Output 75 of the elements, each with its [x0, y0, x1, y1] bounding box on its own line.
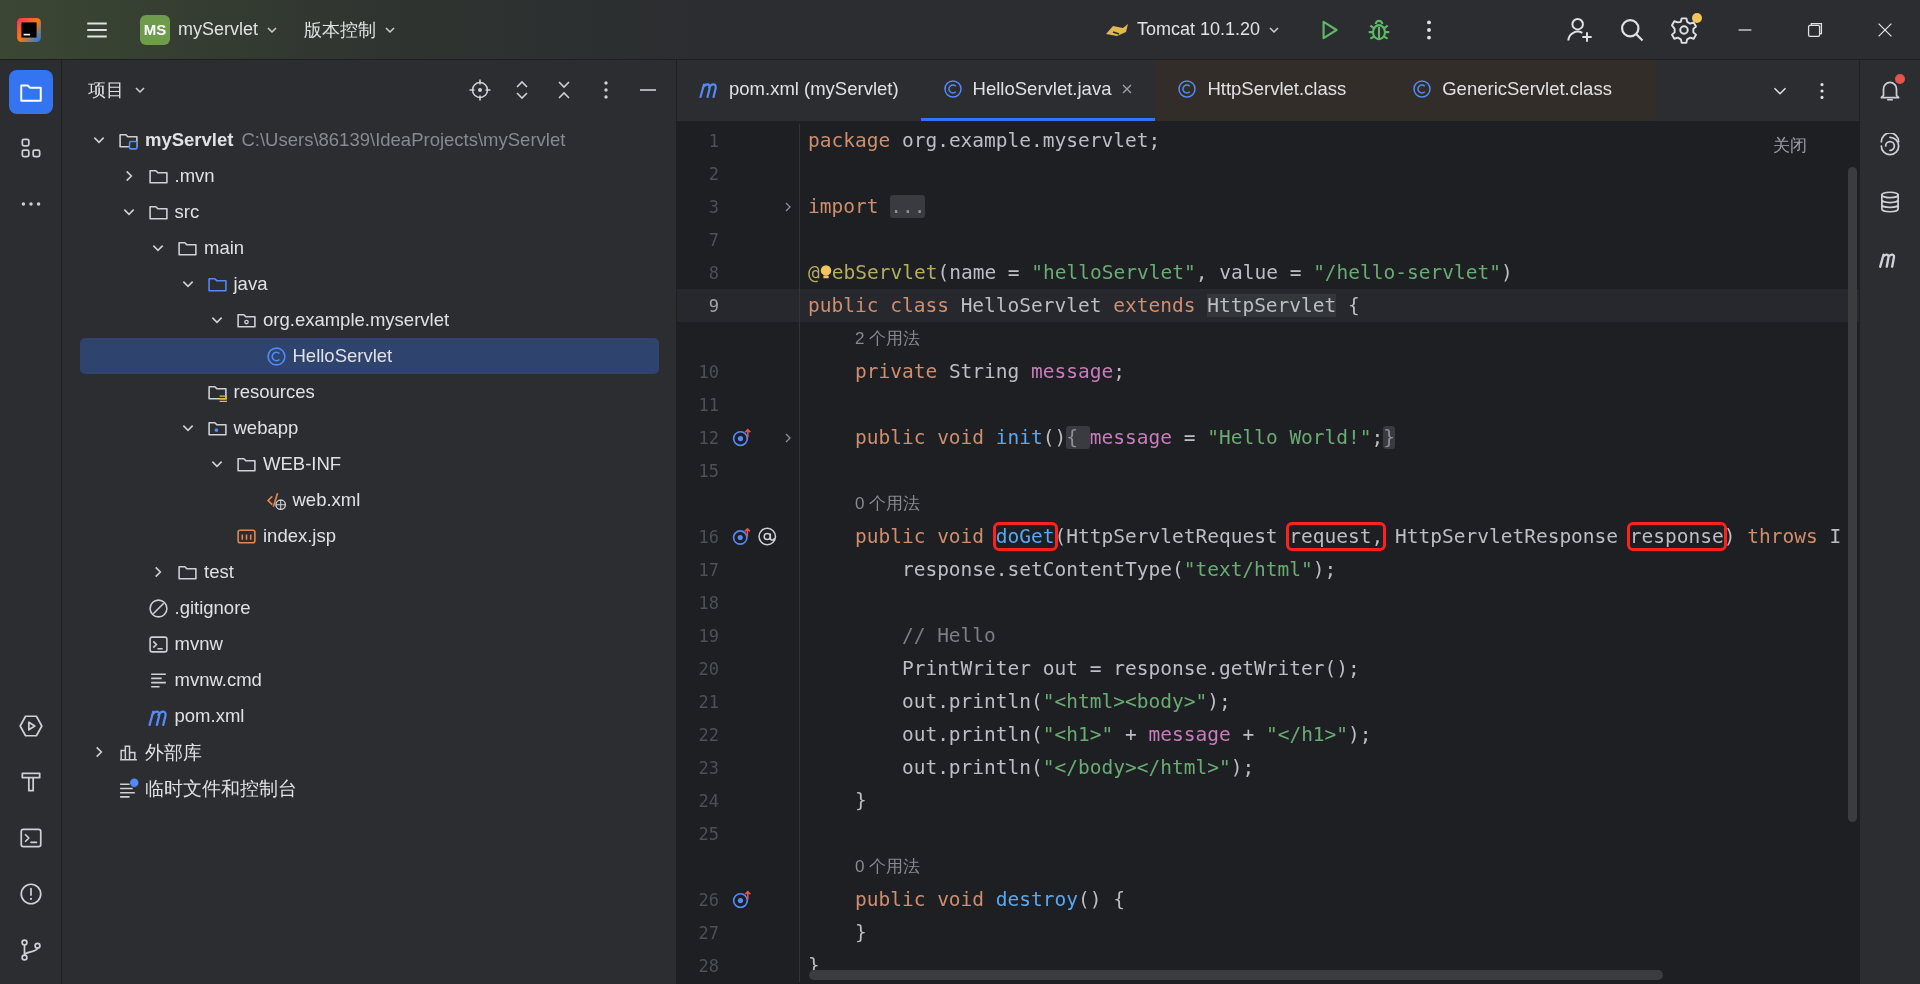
project-switcher[interactable]: MS myServlet [132, 8, 286, 51]
editor-tab[interactable]: GenericServlet.class [1390, 60, 1656, 121]
tree-item[interactable]: mvnw.cmd [80, 662, 659, 698]
tree-item[interactable]: WEB-INF [80, 446, 659, 482]
usage-hint: 0 个用法 [854, 856, 921, 878]
override-icon[interactable] [731, 889, 752, 910]
scroll-bar[interactable] [1848, 167, 1857, 822]
code-line: import ... [807, 195, 926, 218]
project-name: myServlet [178, 19, 258, 40]
tree-item[interactable]: main [80, 230, 659, 266]
override-icon[interactable] [731, 427, 752, 448]
app-logo[interactable] [16, 16, 42, 43]
code-line: } [853, 921, 867, 944]
tree-item[interactable]: resources [80, 374, 659, 410]
run-config-label: Tomcat 10.1.20 [1136, 19, 1260, 40]
code-line: out.println("<html><body>"); [900, 690, 1231, 713]
code-line: out.println("<h1>" + message + "</h1>"); [900, 723, 1372, 746]
code-line: response.setContentType("text/html"); [900, 558, 1337, 581]
highlight-box: doGet [995, 525, 1055, 548]
code-line: public void destroy() { [853, 888, 1125, 911]
highlight-box: request, [1289, 525, 1384, 548]
code-line: } [853, 789, 867, 812]
panel-title[interactable]: 项目 [82, 77, 152, 103]
tree-item[interactable]: mvnw [80, 626, 659, 662]
ignore-file-icon [147, 597, 169, 619]
tree-item[interactable]: test [80, 554, 659, 590]
class-icon [1177, 79, 1198, 99]
tree-item[interactable]: 临时文件和控制台 [80, 770, 659, 806]
code-line: PrintWriter out = response.getWriter(); [900, 657, 1360, 680]
highlight-box: response [1629, 525, 1724, 548]
usage-hint: 2 个用法 [854, 328, 921, 350]
close-icon[interactable] [1121, 83, 1134, 95]
code-line: package org.example.myservlet; [807, 129, 1161, 152]
at-sign-icon[interactable] [756, 526, 777, 547]
code-line: public void doGet(HttpServletRequest request, HttpServletResponse response) throws I [800, 525, 1842, 548]
vcs-label: 版本控制 [304, 18, 376, 42]
line-number: 9 [708, 295, 719, 316]
scroll-bar[interactable] [809, 970, 1663, 980]
code-line: public class HelloServlet extends HttpServlet { [807, 294, 1360, 317]
project-path: C:\Users\86139\IdeaProjects\myServlet [241, 129, 566, 151]
scratch-icon [118, 777, 139, 799]
caret-icon [134, 84, 146, 96]
override-icon[interactable] [731, 526, 752, 547]
vcs-menu[interactable]: 版本控制 [296, 11, 404, 48]
tree-item[interactable]: .gitignore [80, 590, 659, 626]
tree-item[interactable]: myServlet C:\Users\86139\IdeaProjects\myServlet [80, 122, 659, 158]
project-badge: MS [140, 14, 170, 45]
settings-icon[interactable] [1670, 15, 1698, 44]
run-configuration[interactable]: Tomcat 10.1.20 [1094, 13, 1290, 46]
class-icon [265, 345, 287, 367]
folder-icon[interactable] [8, 70, 53, 114]
code-line: @ ebServlet(name = "helloServlet", value = "/hello-servlet") [807, 261, 1513, 284]
editor-tab[interactable]: HttpServlet.class [1155, 60, 1391, 121]
tree-item[interactable]: src [80, 194, 659, 230]
class-icon [942, 79, 963, 99]
tree-item[interactable]: java [80, 266, 659, 302]
code-line: private String message; [853, 360, 1125, 383]
tree-item[interactable]: .mvn [80, 158, 659, 194]
editor-tab[interactable]: pom.xml (myServlet) [677, 60, 921, 121]
add-user-icon[interactable] [1566, 15, 1594, 44]
close-hint[interactable]: 关闭 [1773, 134, 1807, 157]
tree-item[interactable]: HelloServlet [80, 338, 659, 374]
tree-item[interactable]: pom.xml [80, 698, 659, 734]
usage-hint: 0 个用法 [854, 493, 921, 515]
tree-item[interactable]: 外部库 [80, 734, 659, 770]
tree-item[interactable]: webapp [80, 410, 659, 446]
code-line: // Hello [900, 624, 996, 647]
tree-item[interactable]: org.example.myservlet [80, 302, 659, 338]
code-line: out.println("</body></html>"); [900, 756, 1255, 779]
tree-item[interactable]: index.jsp [80, 518, 659, 554]
code-line: public void init(){ message = "Hello World!";} [853, 426, 1396, 449]
terminal-file-icon [147, 633, 169, 655]
locate-icon[interactable] [468, 78, 492, 102]
tree-item[interactable]: web.xml [80, 482, 659, 518]
class-icon [1412, 79, 1433, 99]
